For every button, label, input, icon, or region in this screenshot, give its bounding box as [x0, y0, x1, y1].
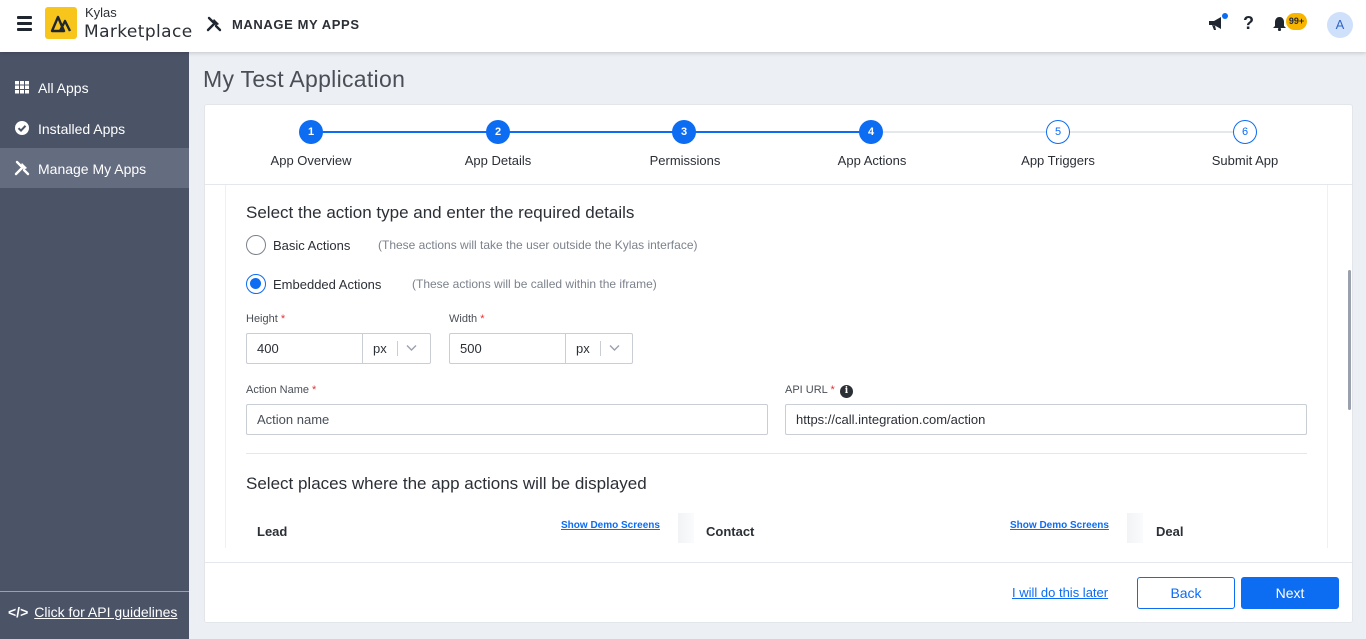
sidebar-item-all-apps[interactable]: All Apps [0, 67, 189, 107]
height-input[interactable]: 400 px [246, 333, 431, 364]
step-1-label: App Overview [270, 153, 352, 168]
action-section-title: Select the action type and enter the req… [246, 203, 635, 222]
entity-lead: Lead [257, 524, 288, 539]
step-4-circle[interactable]: 4 [859, 120, 883, 144]
embedded-actions-label[interactable]: Embedded Actions [273, 277, 381, 292]
width-input[interactable]: 500 px [449, 333, 633, 364]
sidebar-item-installed-apps[interactable]: Installed Apps [0, 108, 189, 148]
sidebar-item-label: Manage My Apps [38, 161, 147, 177]
width-label: Width * [449, 313, 485, 325]
bell-icon[interactable] [1272, 16, 1287, 31]
width-unit: px [576, 341, 590, 356]
brand-name: Kylas [85, 5, 117, 20]
action-name-input[interactable]: Action name [246, 404, 768, 435]
back-button[interactable]: Back [1137, 577, 1235, 609]
embedded-actions-radio[interactable] [246, 274, 266, 294]
step-3-label: Permissions [649, 153, 721, 168]
step-4-label: App Actions [837, 153, 907, 168]
entity-contact: Contact [706, 524, 755, 539]
step-5-label: App Triggers [1021, 153, 1095, 168]
step-5-circle[interactable]: 5 [1046, 120, 1070, 144]
scrollbar[interactable] [1348, 270, 1351, 410]
width-value: 500 [460, 341, 482, 356]
basic-actions-hint: (These actions will take the user outsid… [378, 238, 698, 252]
menu-icon[interactable] [17, 16, 32, 31]
tools-icon [14, 160, 30, 176]
info-icon[interactable]: i [840, 385, 853, 398]
api-guidelines-link[interactable]: </> Click for API guidelines [8, 604, 177, 620]
width-unit-select[interactable]: px [565, 334, 632, 363]
sidebar-item-label: All Apps [38, 80, 89, 96]
api-url-input[interactable]: https://call.integration.com/action [785, 404, 1307, 435]
basic-actions-label[interactable]: Basic Actions [273, 238, 350, 253]
app-title: My Test Application [203, 66, 406, 92]
height-unit-select[interactable]: px [362, 334, 430, 363]
stepper: 1 App Overview 2 App Details 3 Permissio… [205, 105, 1352, 185]
height-unit: px [373, 341, 387, 356]
check-circle-icon [15, 121, 29, 135]
column-divider [678, 513, 694, 543]
lead-demo-link[interactable]: Show Demo Screens [561, 520, 660, 531]
height-label: Height * [246, 313, 286, 325]
kylas-logo[interactable] [45, 7, 77, 39]
step-progress-line [311, 131, 871, 133]
next-button[interactable]: Next [1241, 577, 1339, 609]
brand-product: Marketplace [84, 22, 193, 42]
basic-actions-radio[interactable] [246, 235, 266, 255]
api-guidelines-label: Click for API guidelines [34, 604, 178, 620]
step-1-circle[interactable]: 1 [299, 120, 323, 144]
embedded-actions-hint: (These actions will be called within the… [412, 277, 657, 291]
action-name-label: Action Name * [246, 384, 317, 396]
action-form: Select the action type and enter the req… [225, 185, 1328, 548]
do-later-link[interactable]: I will do this later [1012, 585, 1108, 600]
wizard-footer: I will do this later Back Next [205, 562, 1352, 622]
step-2-circle[interactable]: 2 [486, 120, 510, 144]
page-title: MANAGE MY APPS [232, 17, 360, 32]
help-icon[interactable]: ? [1243, 13, 1254, 34]
kylas-logo-icon [50, 15, 72, 33]
notification-badge: 99+ [1286, 13, 1307, 30]
step-3-circle[interactable]: 3 [672, 120, 696, 144]
announcement-dot [1222, 13, 1228, 19]
chevron-down-icon [609, 345, 620, 351]
wizard-card: 1 App Overview 2 App Details 3 Permissio… [204, 104, 1353, 623]
section-divider [246, 453, 1307, 454]
code-icon: </> [8, 604, 29, 620]
step-6-label: Submit App [1211, 153, 1279, 168]
column-divider [1127, 513, 1143, 543]
height-value: 400 [257, 341, 279, 356]
sidebar-item-label: Installed Apps [38, 121, 126, 137]
chevron-down-icon [406, 345, 417, 351]
step-6-circle[interactable]: 6 [1233, 120, 1257, 144]
entity-deal: Deal [1156, 524, 1184, 539]
avatar[interactable]: A [1327, 12, 1353, 38]
grid-icon [15, 81, 29, 94]
api-url-label: API URL * [785, 384, 835, 396]
contact-demo-link[interactable]: Show Demo Screens [1010, 520, 1109, 531]
tools-icon [206, 16, 222, 32]
step-2-label: App Details [464, 153, 532, 168]
sidebar-item-manage-my-apps[interactable]: Manage My Apps [0, 148, 189, 188]
sidebar-divider [0, 591, 189, 592]
top-bar: Kylas Marketplace MANAGE MY APPS ? 99+ A [0, 0, 1366, 52]
places-section-title: Select places where the app actions will… [246, 474, 647, 493]
sidebar: All Apps Installed Apps Manage My Apps <… [0, 52, 189, 639]
